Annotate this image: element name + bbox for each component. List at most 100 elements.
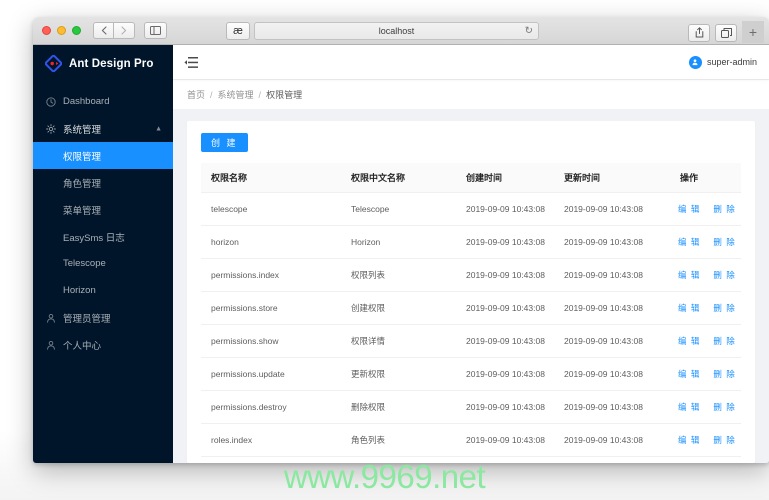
delete-link[interactable]: 删 除 [713, 435, 735, 445]
cell-created-at: 2019-09-09 10:43:08 [456, 324, 554, 358]
close-window-button[interactable] [42, 26, 51, 35]
cell-updated-at: 2019-09-09 10:43:08 [554, 225, 652, 259]
back-button[interactable] [93, 22, 114, 39]
sidebar-item-permission-management[interactable]: 权限管理 [33, 142, 173, 169]
cell-created-at: 2019-09-09 10:43:08 [456, 357, 554, 391]
edit-link[interactable]: 编 辑 [678, 369, 700, 379]
edit-link[interactable]: 编 辑 [678, 204, 700, 214]
cell-actions: 编 辑删 除 [652, 258, 741, 292]
cell-created-at: 2019-09-09 10:43:08 [456, 192, 554, 226]
sidebar-item-role-management[interactable]: 角色管理 [33, 169, 173, 196]
cell-permission-cn-name: Telescope [341, 192, 456, 226]
screenshot-root: æ localhost ↻ + Ant Design Pro Dashboard… [0, 0, 769, 500]
table-row: roles.index 角色列表 2019-09-09 10:43:08 2019-0… [201, 423, 741, 457]
edit-link[interactable]: 编 辑 [678, 402, 700, 412]
column-header-permission-name: 权限名称 [201, 163, 341, 193]
edit-link[interactable]: 编 辑 [678, 435, 700, 445]
table-body: telescope Telescope 2019-09-09 10:43:08 201… [201, 192, 741, 457]
edit-link[interactable]: 编 辑 [678, 303, 700, 313]
edit-link[interactable]: 编 辑 [678, 270, 700, 280]
share-button[interactable] [688, 23, 710, 42]
sidebar-item-easysms-log[interactable]: EasySms 日志 [33, 223, 173, 250]
minimize-window-button[interactable] [57, 26, 66, 35]
sidebar-item-horizon[interactable]: Horizon [33, 277, 173, 304]
user-icon [45, 340, 57, 350]
edit-link[interactable]: 编 辑 [678, 336, 700, 346]
sidebar-item-label: 权限管理 [63, 151, 102, 163]
sidebar-item-system-management[interactable]: 系统管理 ▲ [33, 115, 173, 142]
ant-design-logo-icon [44, 54, 63, 73]
forward-button[interactable] [114, 22, 135, 39]
sidebar-menu: Dashboard 系统管理 ▲ 权限管理 角色管理 菜单管理 EasySms … [33, 82, 173, 358]
cell-permission-name: permissions.update [201, 357, 341, 391]
tabs-overview-icon [720, 27, 732, 38]
sidebar-item-menu-management[interactable]: 菜单管理 [33, 196, 173, 223]
cell-created-at: 2019-09-09 10:43:08 [456, 291, 554, 325]
cell-permission-cn-name: 更新权限 [341, 357, 456, 391]
cell-permission-cn-name: 权限列表 [341, 258, 456, 292]
reader-view-button[interactable]: æ [226, 22, 250, 40]
column-header-created-at: 创建时间 [456, 163, 554, 193]
address-bar[interactable]: localhost ↻ [254, 22, 539, 40]
delete-link[interactable]: 删 除 [713, 336, 735, 346]
delete-link[interactable]: 删 除 [713, 402, 735, 412]
show-tabs-button[interactable] [715, 23, 737, 42]
reload-icon[interactable]: ↻ [525, 26, 533, 37]
table-header-row: 权限名称 权限中文名称 创建时间 更新时间 操作 [201, 163, 741, 193]
sidebar-item-label: Telescope [63, 258, 106, 269]
sidebar-item-label: 个人中心 [63, 340, 102, 352]
sidebar-item-admin-management[interactable]: 管理员管理 [33, 304, 173, 331]
chevron-right-icon [121, 26, 127, 35]
new-tab-button[interactable]: + [742, 21, 764, 43]
brand-logo[interactable]: Ant Design Pro [33, 45, 173, 82]
user-menu[interactable]: super-admin [688, 55, 757, 69]
sidebar-item-dashboard[interactable]: Dashboard [33, 88, 173, 115]
user-icon [45, 313, 57, 323]
cell-permission-name: roles.index [201, 423, 341, 457]
delete-link[interactable]: 删 除 [713, 303, 735, 313]
share-icon [695, 27, 703, 38]
breadcrumb-separator: / [258, 89, 262, 100]
user-avatar-icon [688, 55, 702, 69]
cell-permission-cn-name: 创建权限 [341, 291, 456, 325]
breadcrumb-item-system-management[interactable]: 系统管理 [218, 88, 254, 101]
cell-permission-name: permissions.store [201, 291, 341, 325]
cell-updated-at: 2019-09-09 10:43:08 [554, 324, 652, 358]
edit-link[interactable]: 编 辑 [678, 237, 700, 247]
table-row: permissions.show 权限详情 2019-09-09 10:43:08 2… [201, 324, 741, 358]
cell-actions: 编 辑删 除 [652, 225, 741, 259]
url-zone: æ localhost ↻ [226, 22, 539, 40]
maximize-window-button[interactable] [72, 26, 81, 35]
navigation-buttons [93, 22, 135, 39]
cell-created-at: 2019-09-09 10:43:08 [456, 258, 554, 292]
sidebar-item-label: 菜单管理 [63, 205, 102, 217]
delete-link[interactable]: 删 除 [713, 237, 735, 247]
table-header: 权限名称 权限中文名称 创建时间 更新时间 操作 [201, 163, 741, 193]
create-button[interactable]: 创 建 [201, 133, 248, 152]
browser-window: æ localhost ↻ + Ant Design Pro Dashboard… [33, 17, 769, 463]
delete-link[interactable]: 删 除 [713, 204, 735, 214]
cell-updated-at: 2019-09-09 10:43:08 [554, 423, 652, 457]
menu-fold-icon[interactable] [183, 55, 198, 70]
cell-permission-name: permissions.index [201, 258, 341, 292]
content-area: 创 建 权限名称 权限中文名称 创建时间 更新时间 操作 telescope T… [173, 109, 769, 463]
cell-actions: 编 辑删 除 [652, 291, 741, 325]
breadcrumb-item-home[interactable]: 首页 [187, 88, 205, 101]
browser-sidebar-toggle-button[interactable] [144, 22, 167, 39]
table-row: horizon Horizon 2019-09-09 10:43:08 2019-09… [201, 225, 741, 259]
sidebar-item-personal-center[interactable]: 个人中心 [33, 331, 173, 358]
main-region: super-admin 首页 / 系统管理 / 权限管理 创 建 权限名称 权限… [173, 45, 769, 463]
table-row: permissions.destroy 删除权限 2019-09-09 10:43:… [201, 390, 741, 424]
sidebar-item-telescope[interactable]: Telescope [33, 250, 173, 277]
app-header: super-admin [173, 45, 769, 79]
cell-actions: 编 辑删 除 [652, 357, 741, 391]
sidebar-item-label: Dashboard [63, 96, 110, 107]
cell-permission-name: horizon [201, 225, 341, 259]
delete-link[interactable]: 删 除 [713, 270, 735, 280]
settings-gear-icon [45, 123, 57, 134]
toolbar-right-buttons: + [688, 21, 764, 43]
cell-updated-at: 2019-09-09 10:43:08 [554, 357, 652, 391]
cell-permission-name: permissions.show [201, 324, 341, 358]
delete-link[interactable]: 删 除 [713, 369, 735, 379]
cell-created-at: 2019-09-09 10:43:08 [456, 225, 554, 259]
